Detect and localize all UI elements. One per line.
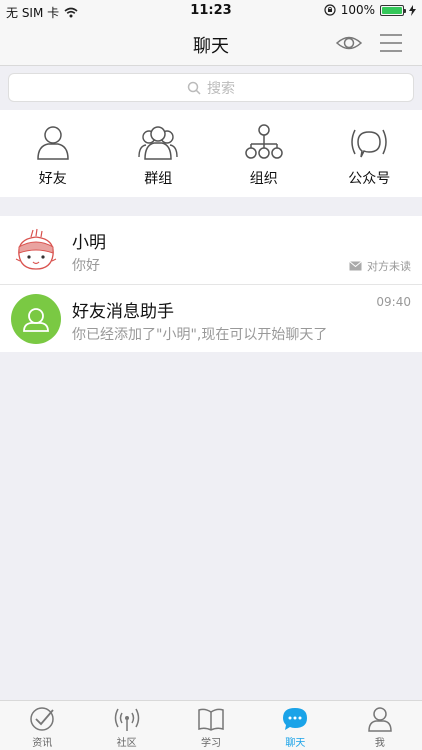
- envelope-icon: [349, 261, 362, 271]
- cartoon-avatar-icon: [11, 225, 61, 275]
- tab-me[interactable]: 我: [338, 701, 422, 750]
- user-icon: [368, 707, 392, 732]
- chat-message: 你已经添加了"小明",现在可以开始聊天了: [72, 327, 328, 343]
- assistant-person-icon: [23, 308, 49, 332]
- chat-name: 好友消息助手: [72, 302, 174, 322]
- quick-groups-label: 群组: [144, 171, 173, 187]
- search-area: 搜索: [0, 66, 422, 110]
- tab-me-label: 我: [374, 738, 385, 749]
- tab-news-label: 资讯: [32, 738, 53, 749]
- tab-chat[interactable]: 聊天: [253, 701, 337, 750]
- book-icon: [198, 708, 224, 731]
- tab-news[interactable]: 资讯: [0, 701, 84, 750]
- menu-icon[interactable]: [379, 32, 403, 54]
- tab-community[interactable]: 社区: [84, 701, 168, 750]
- chat-time: 09:40: [376, 295, 411, 309]
- tab-study[interactable]: 学习: [169, 701, 253, 750]
- battery-percent: 100%: [340, 3, 375, 17]
- battery-fill: [382, 6, 402, 14]
- search-placeholder: 搜索: [207, 80, 235, 97]
- quick-org-label: 组织: [249, 171, 278, 187]
- chat-list: 小明 你好 对方未读 好友消息助手 你已经添加了"小明",现在可以开始聊天了 0…: [0, 216, 422, 352]
- tab-community-label: 社区: [116, 738, 137, 749]
- status-right: 100%: [324, 3, 416, 17]
- chat-bubble-icon: [283, 708, 308, 730]
- tab-study-label: 学习: [201, 738, 222, 749]
- eye-icon[interactable]: [336, 32, 362, 54]
- quick-friends[interactable]: 好友: [0, 110, 106, 197]
- org-chart-icon: [245, 124, 283, 159]
- quick-official-label: 公众号: [348, 171, 391, 187]
- charging-icon: [409, 4, 416, 16]
- avatar: [11, 294, 61, 344]
- chat-item-xiaoming[interactable]: 小明 你好 对方未读: [0, 216, 422, 284]
- quick-entries: 好友 群组 组织 公众号: [0, 110, 422, 197]
- orientation-lock-icon: [324, 4, 336, 16]
- read-status: 对方未读: [349, 258, 411, 274]
- search-icon: [187, 81, 201, 95]
- avatar: [11, 225, 61, 275]
- battery-icon: [380, 4, 406, 16]
- check-circle-icon: [30, 707, 54, 731]
- quick-org[interactable]: 组织: [211, 110, 317, 197]
- chat-message: 你好: [72, 258, 100, 274]
- status-bar: 无 SIM 卡 11:23 100%: [0, 0, 422, 22]
- search-input[interactable]: 搜索: [8, 73, 414, 102]
- tab-chat-label: 聊天: [285, 738, 306, 749]
- antenna-icon: [114, 708, 139, 731]
- tab-bar: 资讯 社区 学习 聊天 我: [0, 700, 422, 750]
- chat-name: 小明: [72, 233, 106, 253]
- quick-friends-label: 好友: [38, 171, 67, 187]
- quick-official[interactable]: 公众号: [317, 110, 422, 197]
- quick-groups[interactable]: 群组: [106, 110, 212, 197]
- nav-bar: 聊天: [0, 22, 422, 66]
- group-icon: [138, 126, 178, 160]
- read-status-label: 对方未读: [367, 260, 411, 273]
- person-icon: [36, 126, 69, 160]
- chat-item-friend-assistant[interactable]: 好友消息助手 你已经添加了"小明",现在可以开始聊天了 09:40: [0, 284, 422, 352]
- broadcast-icon: [351, 129, 387, 158]
